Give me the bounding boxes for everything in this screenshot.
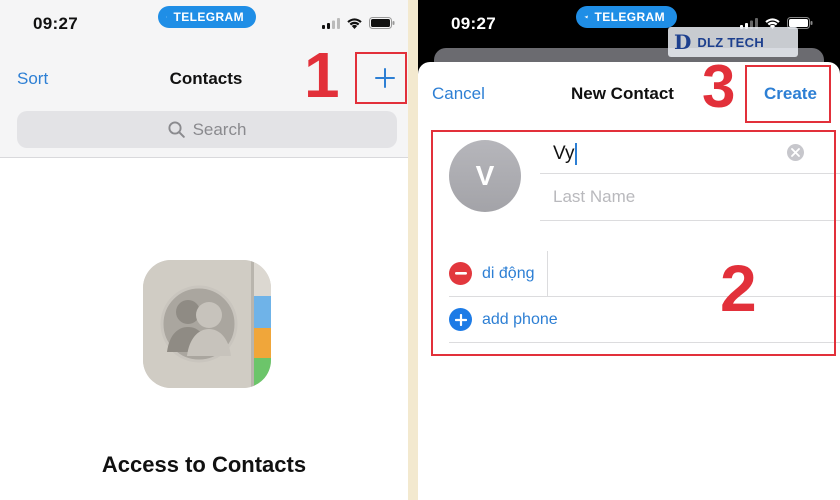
telegram-pill-label: TELEGRAM (594, 10, 665, 24)
telegram-return-pill[interactable]: TELEGRAM (158, 6, 256, 28)
cancel-button[interactable]: Cancel (432, 84, 485, 104)
telegram-return-pill[interactable]: TELEGRAM (576, 6, 677, 28)
status-time: 09:27 (33, 14, 78, 33)
step-1-label: 1 (304, 39, 340, 111)
search-input[interactable]: Search (17, 111, 397, 148)
contacts-screen: 09:27 TELEGRAM Sort Contacts Search Acce… (0, 0, 408, 500)
wifi-icon (347, 18, 362, 29)
watermark-logo: D (674, 30, 692, 54)
page-title: Contacts (0, 69, 408, 89)
telegram-pill-label: TELEGRAM (173, 10, 244, 24)
new-contact-screen: 09:27 TELEGRAM D DLZ TECH Cancel New Con… (418, 0, 840, 500)
step-3-label: 3 (702, 53, 736, 120)
status-icons (322, 17, 395, 29)
battery-icon (369, 17, 395, 29)
watermark-text: DLZ TECH (697, 34, 765, 50)
telegram-icon (166, 16, 168, 18)
search-icon (168, 121, 185, 138)
access-heading: Access to Contacts (101, 452, 307, 477)
telegram-icon (584, 15, 588, 19)
status-time: 09:27 (451, 14, 496, 33)
page-title: New Contact (571, 84, 674, 103)
step-3-highlight (745, 65, 831, 123)
step-1-highlight (355, 52, 407, 104)
step-2-highlight (431, 130, 836, 356)
search-placeholder: Search (192, 119, 247, 139)
signal-icon (322, 17, 340, 29)
contacts-app-icon (143, 260, 271, 388)
page-title-text: Contacts (169, 69, 243, 88)
step-2-label: 2 (720, 251, 757, 325)
header-divider (0, 157, 408, 158)
